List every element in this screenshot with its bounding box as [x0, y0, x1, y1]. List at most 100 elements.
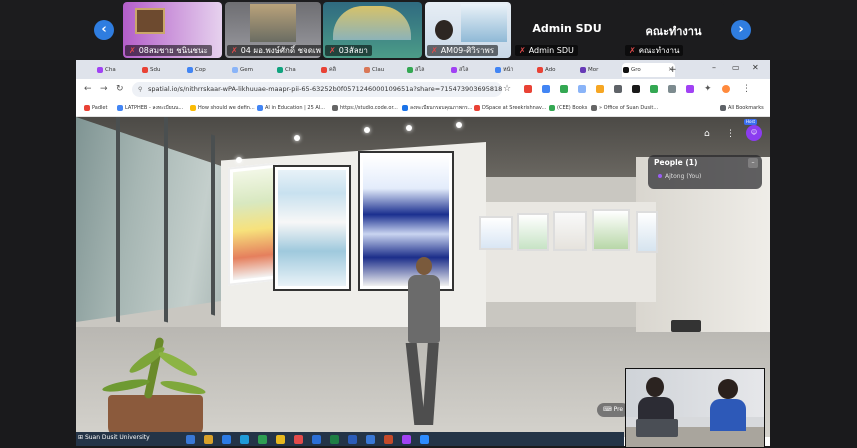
browser-tab[interactable]: Cop [186, 63, 221, 77]
mic-muted-icon: ✗ [329, 46, 336, 55]
user-badge[interactable]: Host ☺ [744, 119, 762, 141]
exhibit-poster [278, 170, 346, 286]
collapse-panel-icon[interactable]: – [748, 158, 758, 168]
home-icon[interactable]: ⌂ [704, 129, 710, 139]
taskbar-start[interactable]: ⊞ Suan Dusit University [78, 434, 150, 441]
bookmark-favicon-icon [84, 105, 90, 111]
bookmark-item[interactable]: DSpace at Sreekrishnav... [474, 101, 550, 116]
ceiling-spotlight [294, 135, 300, 141]
taskbar-app-icon[interactable] [384, 435, 393, 444]
mic-muted-icon: ✗ [129, 46, 136, 55]
user-presence-icon [658, 174, 662, 178]
bookmark-favicon-icon [474, 105, 480, 111]
browser-tab[interactable]: สไล [450, 63, 485, 77]
reload-icon[interactable]: ↻ [116, 84, 124, 94]
participant-tile[interactable]: ✗ AM09-ศิวิราพร [425, 2, 511, 58]
extension-icon[interactable] [524, 85, 532, 93]
exhibit-small-frame[interactable] [592, 209, 630, 251]
browser-tab-active[interactable]: Gro × [622, 63, 675, 77]
host-tag: Host [744, 119, 758, 125]
extension-icon[interactable] [542, 85, 550, 93]
bookmark-item[interactable]: How should we defin... [190, 101, 264, 116]
browser-tab[interactable]: Ado [536, 63, 571, 77]
keyboard-icon: ⌨ [603, 406, 614, 413]
tab-favicon-icon [580, 67, 586, 73]
taskbar-app-icon[interactable] [204, 435, 213, 444]
ceiling-spotlight [456, 122, 462, 128]
exhibit-small-frame[interactable] [479, 216, 513, 250]
participant-name: ✗ คณะทำงาน [625, 45, 684, 56]
extension-icon[interactable] [650, 85, 658, 93]
taskbar-app-icon[interactable] [276, 435, 285, 444]
more-options-icon[interactable]: ⋮ [726, 129, 735, 139]
prev-participants-button[interactable]: ‹ [94, 20, 114, 40]
bookmark-item[interactable]: AI in Education | 25 AI... [257, 101, 335, 116]
tab-favicon-icon [321, 67, 327, 73]
bookmark-item[interactable]: (CEE) Books [549, 101, 597, 116]
bookmark-item[interactable]: https://studio.code.or... [332, 101, 404, 116]
self-view-video[interactable] [625, 368, 765, 448]
exhibit-small-frame[interactable] [636, 211, 658, 253]
extension-icon[interactable] [686, 85, 694, 93]
extensions-puzzle-icon[interactable]: ✦ [704, 84, 712, 94]
extension-icon[interactable] [596, 85, 604, 93]
taskbar-app-icon[interactable] [402, 435, 411, 444]
browser-tab[interactable]: Mor [579, 63, 614, 77]
potted-plant [98, 336, 213, 437]
taskbar-app-icon[interactable] [420, 435, 429, 444]
person-head [718, 379, 738, 399]
exhibit-poster-frame[interactable] [273, 165, 351, 291]
site-info-icon[interactable]: ⚲ [138, 82, 142, 97]
participant-tile[interactable]: ✗ 08สมชาย ชนินชนะ [123, 2, 222, 58]
browser-tab[interactable]: สไล [406, 63, 441, 77]
user-avatar[interactable] [398, 257, 448, 432]
extension-icon[interactable] [560, 85, 568, 93]
taskbar-app-icon[interactable] [186, 435, 195, 444]
taskbar-app-icon[interactable] [330, 435, 339, 444]
next-participants-button[interactable]: › [731, 20, 751, 40]
new-tab-button[interactable]: + [669, 63, 681, 77]
participant-tile[interactable]: ✗ 03สัลยา [323, 2, 422, 58]
taskbar-app-icon[interactable] [366, 435, 375, 444]
minimize-icon[interactable]: – [712, 63, 716, 72]
close-window-icon[interactable]: ✕ [752, 63, 759, 72]
browser-tab[interactable]: คลิ [320, 63, 355, 77]
bookmark-favicon-icon [117, 105, 123, 111]
bookmark-star-icon[interactable]: ☆ [503, 84, 511, 94]
bookmark-favicon-icon [190, 105, 196, 111]
browser-tab[interactable]: Cha [276, 63, 311, 77]
people-panel[interactable]: People (1) – Ajtong (You) [648, 155, 762, 189]
extension-icon[interactable] [614, 85, 622, 93]
exhibit-small-frame[interactable] [517, 213, 549, 251]
participant-tile[interactable]: คณะทำงาน ✗ คณะทำงาน [623, 2, 724, 58]
taskbar-app-icon[interactable] [222, 435, 231, 444]
profile-avatar[interactable] [722, 85, 730, 93]
bookmark-item[interactable]: » Office of Suan Dusit... [591, 101, 667, 116]
browser-tab[interactable]: Clau [363, 63, 398, 77]
participant-tile[interactable]: Admin SDU ✗ Admin SDU [513, 2, 621, 58]
browser-tab[interactable]: หน้า [494, 63, 529, 77]
browser-tab[interactable]: Gem [231, 63, 266, 77]
url-bar[interactable]: ⚲ spatial.io/s/nithrrskaar-wPA-likhuuae-m… [132, 82, 502, 97]
exhibit-small-frame[interactable] [553, 211, 587, 251]
browser-tab[interactable]: Cha [96, 63, 131, 77]
maximize-icon[interactable]: ▭ [732, 63, 740, 72]
forward-icon[interactable]: → [100, 84, 108, 94]
taskbar-app-icon[interactable] [294, 435, 303, 444]
back-icon[interactable]: ← [84, 84, 92, 94]
bookmark-item[interactable]: LATPHEB - ลงทะเบียนน... [117, 101, 197, 116]
extension-icon[interactable] [632, 85, 640, 93]
taskbar-app-icon[interactable] [312, 435, 321, 444]
taskbar-app-icon[interactable] [240, 435, 249, 444]
browser-menu-icon[interactable]: ⋮ [742, 84, 751, 94]
bookmark-item[interactable]: ลงทะเบียนกรอบคุณภาพกร... [402, 101, 478, 116]
extension-icon[interactable] [668, 85, 676, 93]
participant-strip: ‹ ✗ 08สมชาย ชนินชนะ ✗ 04 ผอ.พงษ์ศักดิ์ ชจด… [0, 0, 857, 60]
participant-tile[interactable]: ✗04 ผอ.พงษ์ศักดิ์ ชจดเพชร [225, 2, 321, 58]
people-list-item[interactable]: Ajtong (You) [658, 173, 701, 180]
all-bookmarks-button[interactable]: All Bookmarks [720, 101, 770, 116]
browser-tab[interactable]: Sdu [141, 63, 176, 77]
taskbar-app-icon[interactable] [348, 435, 357, 444]
taskbar-app-icon[interactable] [258, 435, 267, 444]
extension-icon[interactable] [578, 85, 586, 93]
